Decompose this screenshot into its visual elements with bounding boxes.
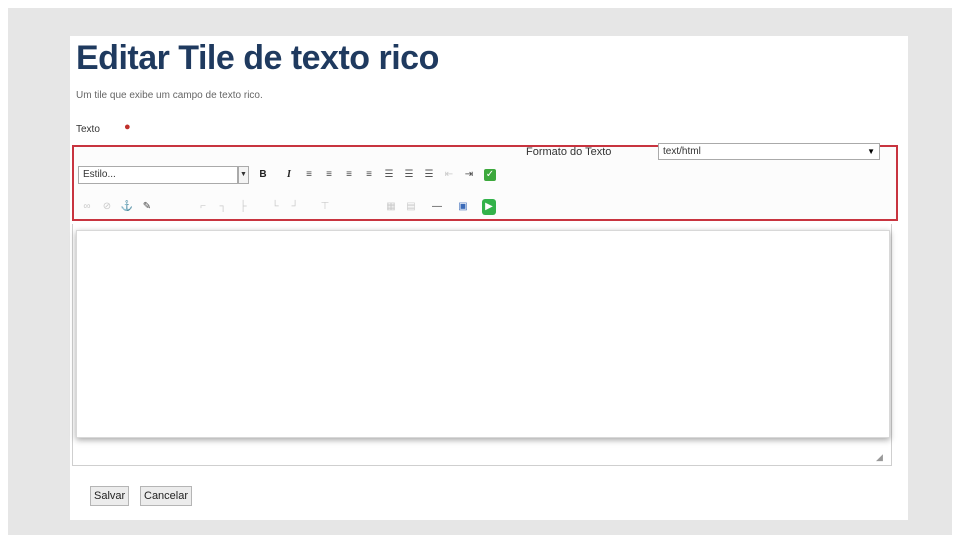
bullet-list-icon[interactable]: ☰	[382, 168, 396, 182]
anchor-icon[interactable]: ⚓	[120, 200, 134, 214]
style-select-value: Estilo...	[83, 169, 116, 180]
required-marker: ●	[124, 121, 131, 133]
spellcheck-icon[interactable]: ✓	[484, 169, 496, 181]
align-justify-icon[interactable]: ≡	[362, 168, 376, 182]
delete-row-icon[interactable]: ┘	[288, 200, 302, 214]
italic-icon[interactable]: I	[282, 168, 296, 182]
rich-text-editor[interactable]	[76, 230, 890, 438]
save-button[interactable]: Salvar	[90, 486, 130, 506]
outdent-icon[interactable]: ⇤	[442, 168, 456, 182]
resize-handle-icon[interactable]: ◢	[876, 452, 883, 463]
chevron-down-icon: ▼	[867, 147, 875, 156]
page-title: Editar Tile de texto rico	[76, 39, 439, 77]
align-left-icon[interactable]: ≡	[302, 168, 316, 182]
horizontal-rule-icon[interactable]: —	[430, 200, 444, 214]
numbered-list-icon[interactable]: ☰	[402, 168, 416, 182]
cancel-button[interactable]: Cancelar	[140, 486, 193, 506]
style-select[interactable]: Estilo...	[78, 166, 238, 184]
link-icon[interactable]: ∞	[80, 200, 94, 214]
text-field-label: Texto	[76, 124, 100, 135]
image-icon[interactable]: ▦	[384, 200, 398, 214]
row-props-icon[interactable]: ┐	[216, 200, 230, 214]
indent-icon[interactable]: ⇥	[462, 168, 476, 182]
style-dropdown-arrow-icon[interactable]: ▼	[238, 166, 249, 184]
definition-list-icon[interactable]: ☰	[422, 168, 436, 182]
edit-icon[interactable]: ✎	[140, 200, 154, 214]
align-center-icon[interactable]: ≡	[322, 168, 336, 182]
text-format-select[interactable]: text/html ▼	[658, 143, 880, 160]
unlink-icon[interactable]: ⊘	[100, 200, 114, 214]
cell-props-icon[interactable]: ├	[236, 200, 250, 214]
insert-col-icon[interactable]: ⊤	[318, 200, 332, 214]
preview-icon[interactable]: ▣	[456, 200, 470, 214]
insert-row-icon[interactable]: └	[268, 200, 282, 214]
table-icon[interactable]: ⌐	[196, 200, 210, 214]
fullscreen-icon[interactable]: ▶	[482, 199, 496, 215]
page-subtitle: Um tile que exibe um campo de texto rico…	[76, 90, 263, 101]
text-format-value: text/html	[663, 146, 701, 157]
bold-icon[interactable]: B	[256, 168, 270, 182]
media-icon[interactable]: ▤	[404, 200, 418, 214]
text-format-label: Formato do Texto	[526, 146, 612, 158]
align-right-icon[interactable]: ≡	[342, 168, 356, 182]
